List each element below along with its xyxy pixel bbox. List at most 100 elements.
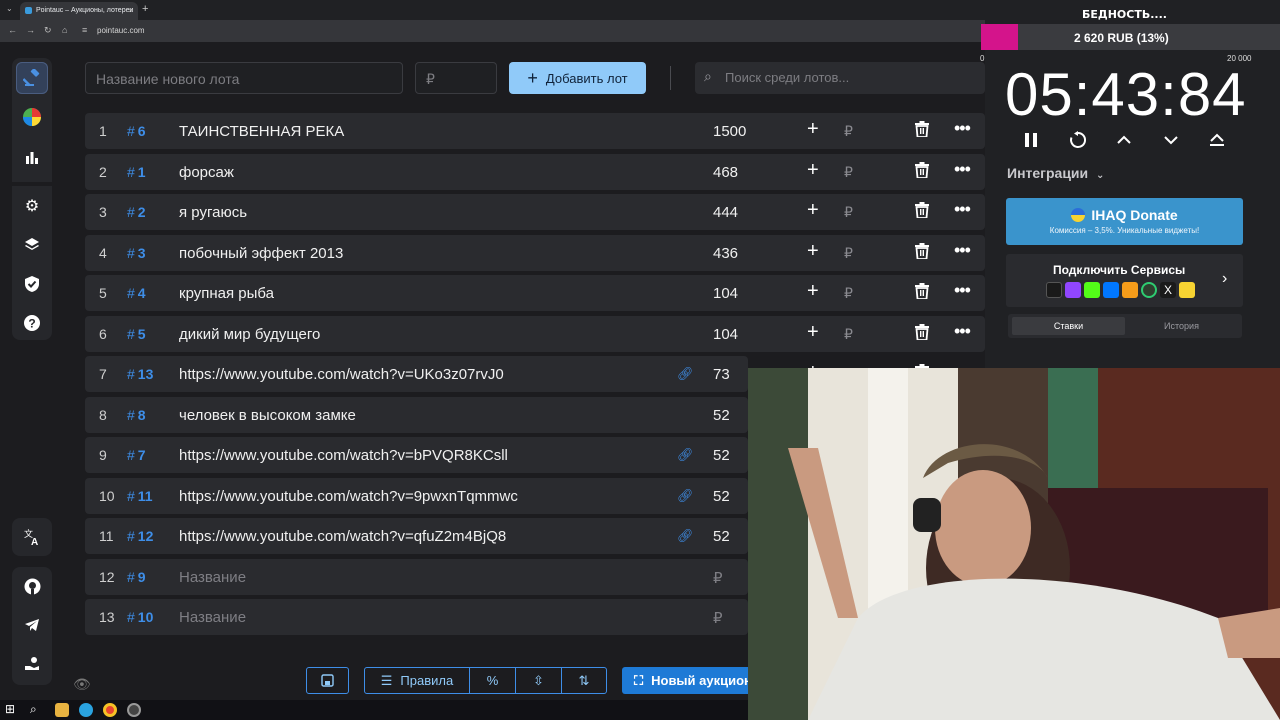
lot-id[interactable]: #11 [127, 488, 153, 504]
lot-name[interactable]: ТАИНСТВЕННАЯ РЕКА [179, 123, 344, 140]
telegram-icon[interactable] [16, 609, 48, 641]
lot-id[interactable]: #3 [127, 245, 146, 261]
link-icon[interactable]: 🔗︎ [677, 366, 694, 382]
lot-name[interactable]: https://www.youtube.com/watch?v=UKo3z07r… [179, 366, 504, 383]
lot-amount[interactable]: 436 [713, 245, 738, 262]
tab-history[interactable]: История [1125, 317, 1238, 335]
statistics-icon[interactable] [16, 141, 48, 173]
lot-name[interactable]: Название [179, 569, 246, 586]
lot-amount[interactable]: 73 [713, 366, 730, 383]
trash-icon[interactable] [915, 242, 933, 263]
lot-row[interactable]: 10 #11 https://www.youtube.com/watch?v=9pw… [85, 477, 971, 514]
lot-row[interactable]: 13#10Название₽+₽••• [85, 599, 971, 635]
add-amount-icon[interactable]: + [807, 199, 819, 222]
lot-name[interactable]: дикий мир будущего [179, 326, 320, 343]
url-text[interactable]: pointauc.com [97, 26, 145, 35]
lot-amount-input[interactable]: ₽ [415, 62, 497, 94]
lot-amount[interactable]: 52 [713, 528, 730, 545]
lot-amount[interactable]: 104 [713, 285, 738, 302]
auction-hammer-icon[interactable] [16, 62, 48, 94]
lot-row[interactable]: 2 #1 форсаж 468 + ₽ ••• [85, 153, 985, 190]
donate-service-card[interactable]: IHAQ Donate Комиссия – 3,5%. Уникальные … [1006, 198, 1243, 245]
lot-row[interactable]: 7 #13 https://www.youtube.com/watch?v=UKo3… [85, 356, 971, 392]
lot-row[interactable]: 5 #4 крупная рыба 104 + ₽ ••• [85, 275, 985, 311]
lot-id[interactable]: #5 [127, 326, 146, 342]
link-icon[interactable]: 🔗︎ [677, 447, 694, 463]
more-options-icon[interactable]: ••• [954, 280, 971, 301]
trash-icon[interactable] [915, 121, 933, 141]
new-tab-button[interactable]: + [142, 3, 148, 15]
github-icon[interactable] [16, 570, 48, 602]
save-button[interactable] [306, 667, 349, 694]
lot-id[interactable]: #2 [127, 204, 146, 220]
lot-amount[interactable]: ₽ [713, 609, 723, 627]
lot-id[interactable]: #13 [127, 366, 153, 382]
forward-icon[interactable]: → [26, 25, 35, 35]
lot-row[interactable]: 4 #3 побочный эффект 2013 436 + ₽ ••• [85, 234, 985, 271]
shield-icon[interactable] [16, 268, 48, 300]
more-options-icon[interactable]: ••• [954, 240, 971, 261]
lot-row[interactable]: 6 #5 дикий мир будущего 104 + ₽ ••• [85, 315, 985, 352]
add-amount-icon[interactable]: + [807, 240, 819, 263]
search-input[interactable]: ⌕ Поиск среди лотов... [695, 62, 985, 94]
lot-name[interactable]: https://www.youtube.com/watch?v=qfuZ2m4B… [179, 528, 506, 545]
lot-id[interactable]: #9 [127, 569, 146, 585]
integrations-toggle[interactable]: Интеграции ⌄ [1007, 165, 1104, 181]
ruble-input-icon[interactable]: ₽ [844, 326, 853, 343]
browser-tab[interactable]: Pointauc – Аукционы, лотереи × [20, 2, 138, 20]
lot-name-input[interactable]: Название нового лота [85, 62, 403, 94]
lot-name[interactable]: https://www.youtube.com/watch?v=9pwxnTqm… [179, 488, 518, 505]
trash-icon[interactable] [915, 202, 933, 222]
more-options-icon[interactable]: ••• [954, 321, 971, 342]
connect-services-card[interactable]: Подключить Сервисы X › [1006, 254, 1243, 307]
help-icon[interactable]: ? [16, 307, 48, 339]
lot-row[interactable]: 11 #12 https://www.youtube.com/watch?v=qfu… [85, 518, 971, 554]
wheel-chart-icon[interactable] [16, 101, 48, 133]
lot-id[interactable]: #4 [127, 285, 146, 301]
add-amount-icon[interactable]: + [807, 159, 819, 182]
rules-button[interactable]: ☰ Правила [364, 667, 470, 694]
search-taskbar-icon[interactable]: ⌕ [30, 702, 44, 716]
home-icon[interactable]: ⌂ [62, 25, 67, 35]
chrome-taskbar-icon[interactable] [103, 703, 117, 717]
new-auction-button[interactable]: ⛶ Новый аукцион [622, 667, 752, 694]
lot-amount[interactable]: 444 [713, 204, 738, 221]
lot-amount[interactable]: 52 [713, 488, 730, 505]
lot-amount[interactable]: 104 [713, 326, 738, 343]
restart-icon[interactable] [1066, 128, 1090, 152]
time-max-icon[interactable] [1205, 128, 1229, 152]
file-explorer-icon[interactable] [55, 703, 69, 717]
link-icon[interactable]: 🔗︎ [677, 488, 694, 504]
lot-name[interactable]: Название [179, 609, 246, 626]
lot-row[interactable]: 9 #7 https://www.youtube.com/watch?v=bPVQR… [85, 437, 971, 473]
donate-hand-icon[interactable] [16, 648, 48, 680]
lot-id[interactable]: #10 [127, 609, 153, 625]
lot-name[interactable]: я ругаюсь [179, 204, 247, 221]
layers-icon[interactable] [16, 229, 48, 261]
lot-amount[interactable]: 1500 [713, 123, 746, 140]
trash-icon[interactable] [915, 161, 933, 182]
lot-name[interactable]: человек в высоком замке [179, 407, 356, 424]
lot-amount[interactable]: 52 [713, 447, 730, 464]
eye-icon[interactable]: 👁 [73, 676, 91, 693]
lot-row[interactable]: 8#8человек в высоком замке52+₽••• [85, 396, 971, 433]
settings-gear-icon[interactable]: ⚙ [16, 190, 48, 222]
more-options-icon[interactable]: ••• [954, 118, 971, 139]
obs-taskbar-icon[interactable] [127, 703, 141, 717]
lot-id[interactable]: #6 [127, 123, 146, 139]
pause-icon[interactable] [1019, 128, 1043, 152]
more-options-icon[interactable]: ••• [954, 159, 971, 180]
windows-start-icon[interactable]: ⊞ [5, 702, 19, 716]
lot-amount[interactable]: 468 [713, 164, 738, 181]
trash-icon[interactable] [915, 283, 933, 303]
link-icon[interactable]: 🔗︎ [677, 528, 694, 544]
add-amount-icon[interactable]: + [807, 118, 819, 141]
lot-name[interactable]: крупная рыба [179, 285, 274, 302]
ruble-input-icon[interactable]: ₽ [844, 164, 853, 181]
time-up-icon[interactable] [1112, 128, 1136, 152]
ruble-input-icon[interactable]: ₽ [844, 123, 853, 140]
time-down-icon[interactable] [1159, 128, 1183, 152]
lot-id[interactable]: #7 [127, 447, 146, 463]
add-amount-icon[interactable]: + [807, 280, 819, 303]
split-button[interactable]: ⇳ [515, 667, 562, 694]
